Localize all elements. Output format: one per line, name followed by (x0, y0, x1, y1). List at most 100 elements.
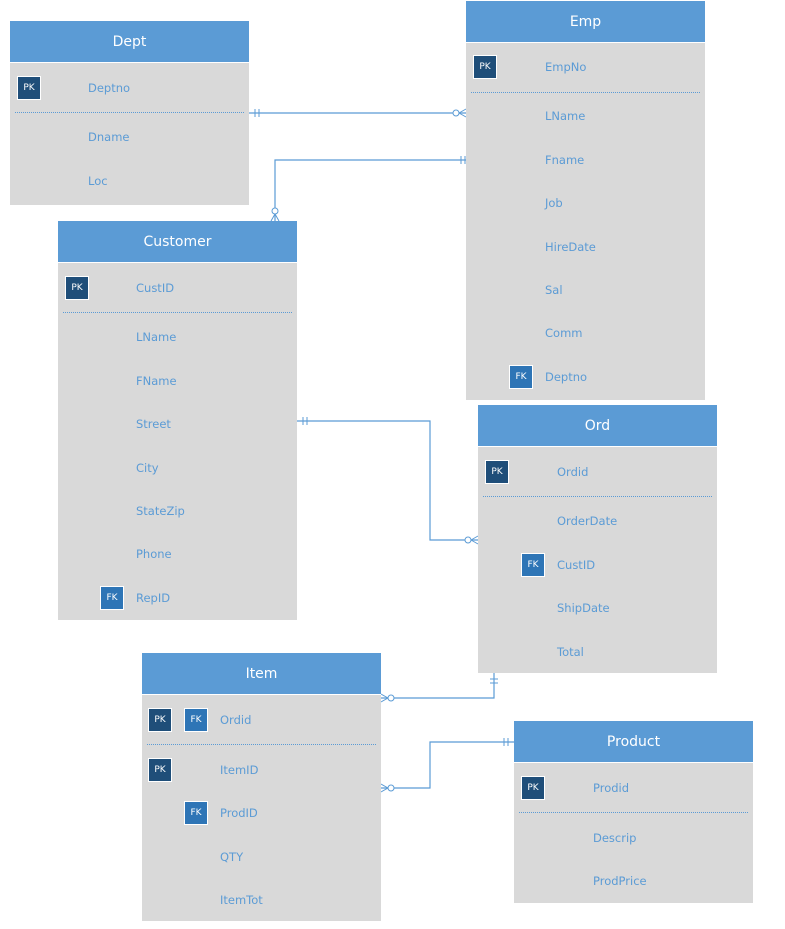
entity-title: Item (142, 653, 381, 695)
attribute-name: ShipDate (557, 601, 610, 615)
attribute-name: OrderDate (557, 514, 618, 528)
pk-badge: PK (148, 758, 172, 782)
key-divider (471, 92, 700, 93)
key-divider (519, 812, 748, 813)
entity-title: Product (514, 721, 753, 763)
pk-badge: PK (521, 776, 545, 800)
entity-title: Customer (58, 221, 297, 263)
attribute-row[interactable]: PK Deptno (10, 76, 249, 100)
attribute-name: Dname (88, 130, 130, 144)
attribute-name: StateZip (136, 504, 185, 518)
attribute-row[interactable]: PK EmpNo (466, 55, 705, 79)
attribute-name: QTY (220, 850, 244, 864)
attribute-name: LName (136, 330, 177, 344)
entity-ord[interactable]: Ord PK Ordid OrderDate FK CustID ShipDate Total (478, 405, 717, 673)
fk-badge: FK (100, 586, 124, 610)
attribute-row[interactable]: FName (58, 371, 297, 391)
attribute-name: Fname (545, 153, 585, 167)
attribute-row[interactable]: FK CustID (478, 553, 717, 577)
attribute-name: Deptno (88, 81, 131, 95)
entity-title: Dept (10, 21, 249, 63)
attribute-row[interactable]: FK Deptno (466, 365, 705, 389)
attribute-name: Comm (545, 326, 583, 340)
attribute-name: Job (545, 196, 563, 210)
attribute-name: City (136, 461, 159, 475)
attribute-row[interactable]: PK ItemID (142, 758, 381, 782)
attribute-name: CustID (557, 558, 596, 572)
key-divider (147, 744, 376, 745)
attribute-name: ItemID (220, 763, 259, 777)
attribute-name: CustID (136, 281, 175, 295)
key-divider (483, 496, 712, 497)
attribute-name: Street (136, 417, 171, 431)
attribute-name: EmpNo (545, 60, 587, 74)
attribute-name: Ordid (557, 465, 589, 479)
attribute-row[interactable]: PK FK Ordid (142, 708, 381, 732)
relationship-line (381, 673, 495, 699)
attribute-row[interactable]: Phone (58, 544, 297, 564)
attribute-row[interactable]: FK RepID (58, 586, 297, 610)
attribute-name: ProdPrice (593, 874, 647, 888)
attribute-name: Loc (88, 174, 108, 188)
attribute-name: HireDate (545, 240, 596, 254)
attribute-row[interactable]: LName (466, 106, 705, 126)
attribute-row[interactable]: PK Ordid (478, 460, 717, 484)
zero-mark (387, 784, 395, 792)
attribute-name: FName (136, 374, 177, 388)
attribute-row[interactable]: LName (58, 327, 297, 347)
entity-title: Ord (478, 405, 717, 447)
entity-dept[interactable]: Dept PK Deptno Dname Loc (10, 21, 249, 205)
entity-title: Emp (466, 1, 705, 43)
attribute-name: Prodid (593, 781, 630, 795)
pk-badge: PK (473, 55, 497, 79)
relationship-line (274, 159, 466, 221)
pk-badge: PK (65, 276, 89, 300)
attribute-row[interactable]: PK CustID (58, 276, 297, 300)
zero-mark (464, 536, 472, 544)
attribute-name: Ordid (220, 713, 252, 727)
zero-mark (271, 207, 279, 215)
attribute-name: RepID (136, 591, 171, 605)
attribute-row[interactable]: Fname (466, 150, 705, 170)
attribute-row[interactable]: StateZip (58, 501, 297, 521)
pk-badge: PK (485, 460, 509, 484)
attribute-name: ItemTot (220, 893, 263, 907)
relationship-line (297, 420, 478, 541)
key-divider (63, 312, 292, 313)
attribute-row[interactable]: Street (58, 414, 297, 434)
attribute-row[interactable]: FK ProdID (142, 801, 381, 825)
attribute-row[interactable]: Job (466, 193, 705, 213)
attribute-name: Total (557, 645, 584, 659)
attribute-row[interactable]: OrderDate (478, 511, 717, 531)
key-divider (15, 112, 244, 113)
attribute-row[interactable]: Sal (466, 280, 705, 300)
attribute-row[interactable]: ShipDate (478, 598, 717, 618)
pk-badge: PK (17, 76, 41, 100)
attribute-name: Phone (136, 547, 172, 561)
attribute-name: Descrip (593, 831, 637, 845)
attribute-row[interactable]: ItemTot (142, 890, 381, 910)
attribute-name: LName (545, 109, 586, 123)
attribute-row[interactable]: QTY (142, 847, 381, 867)
entity-product[interactable]: Product PK Prodid Descrip ProdPrice (514, 721, 753, 903)
fk-badge: FK (521, 553, 545, 577)
fk-badge: FK (184, 801, 208, 825)
attribute-name: Deptno (545, 370, 588, 384)
attribute-row[interactable]: Dname (10, 127, 249, 147)
attribute-row[interactable]: Descrip (514, 828, 753, 848)
entity-item[interactable]: Item PK FK Ordid PK ItemID FK ProdID QTY ItemTot (142, 653, 381, 921)
entity-emp[interactable]: Emp PK EmpNo LName Fname Job HireDate Sal Comm FK… (466, 1, 705, 400)
zero-mark (387, 694, 395, 702)
attribute-row[interactable]: ProdPrice (514, 871, 753, 891)
attribute-row[interactable]: Loc (10, 171, 249, 191)
entity-customer[interactable]: Customer PK CustID LName FName Street City Stat… (58, 221, 297, 620)
attribute-row[interactable]: PK Prodid (514, 776, 753, 800)
attribute-name: Sal (545, 283, 563, 297)
attribute-row[interactable]: HireDate (466, 237, 705, 257)
attribute-row[interactable]: Total (478, 642, 717, 662)
attribute-row[interactable]: Comm (466, 323, 705, 343)
fk-badge: FK (184, 708, 208, 732)
attribute-row[interactable]: City (58, 458, 297, 478)
pk-badge: PK (148, 708, 172, 732)
relationship-line (381, 741, 514, 789)
